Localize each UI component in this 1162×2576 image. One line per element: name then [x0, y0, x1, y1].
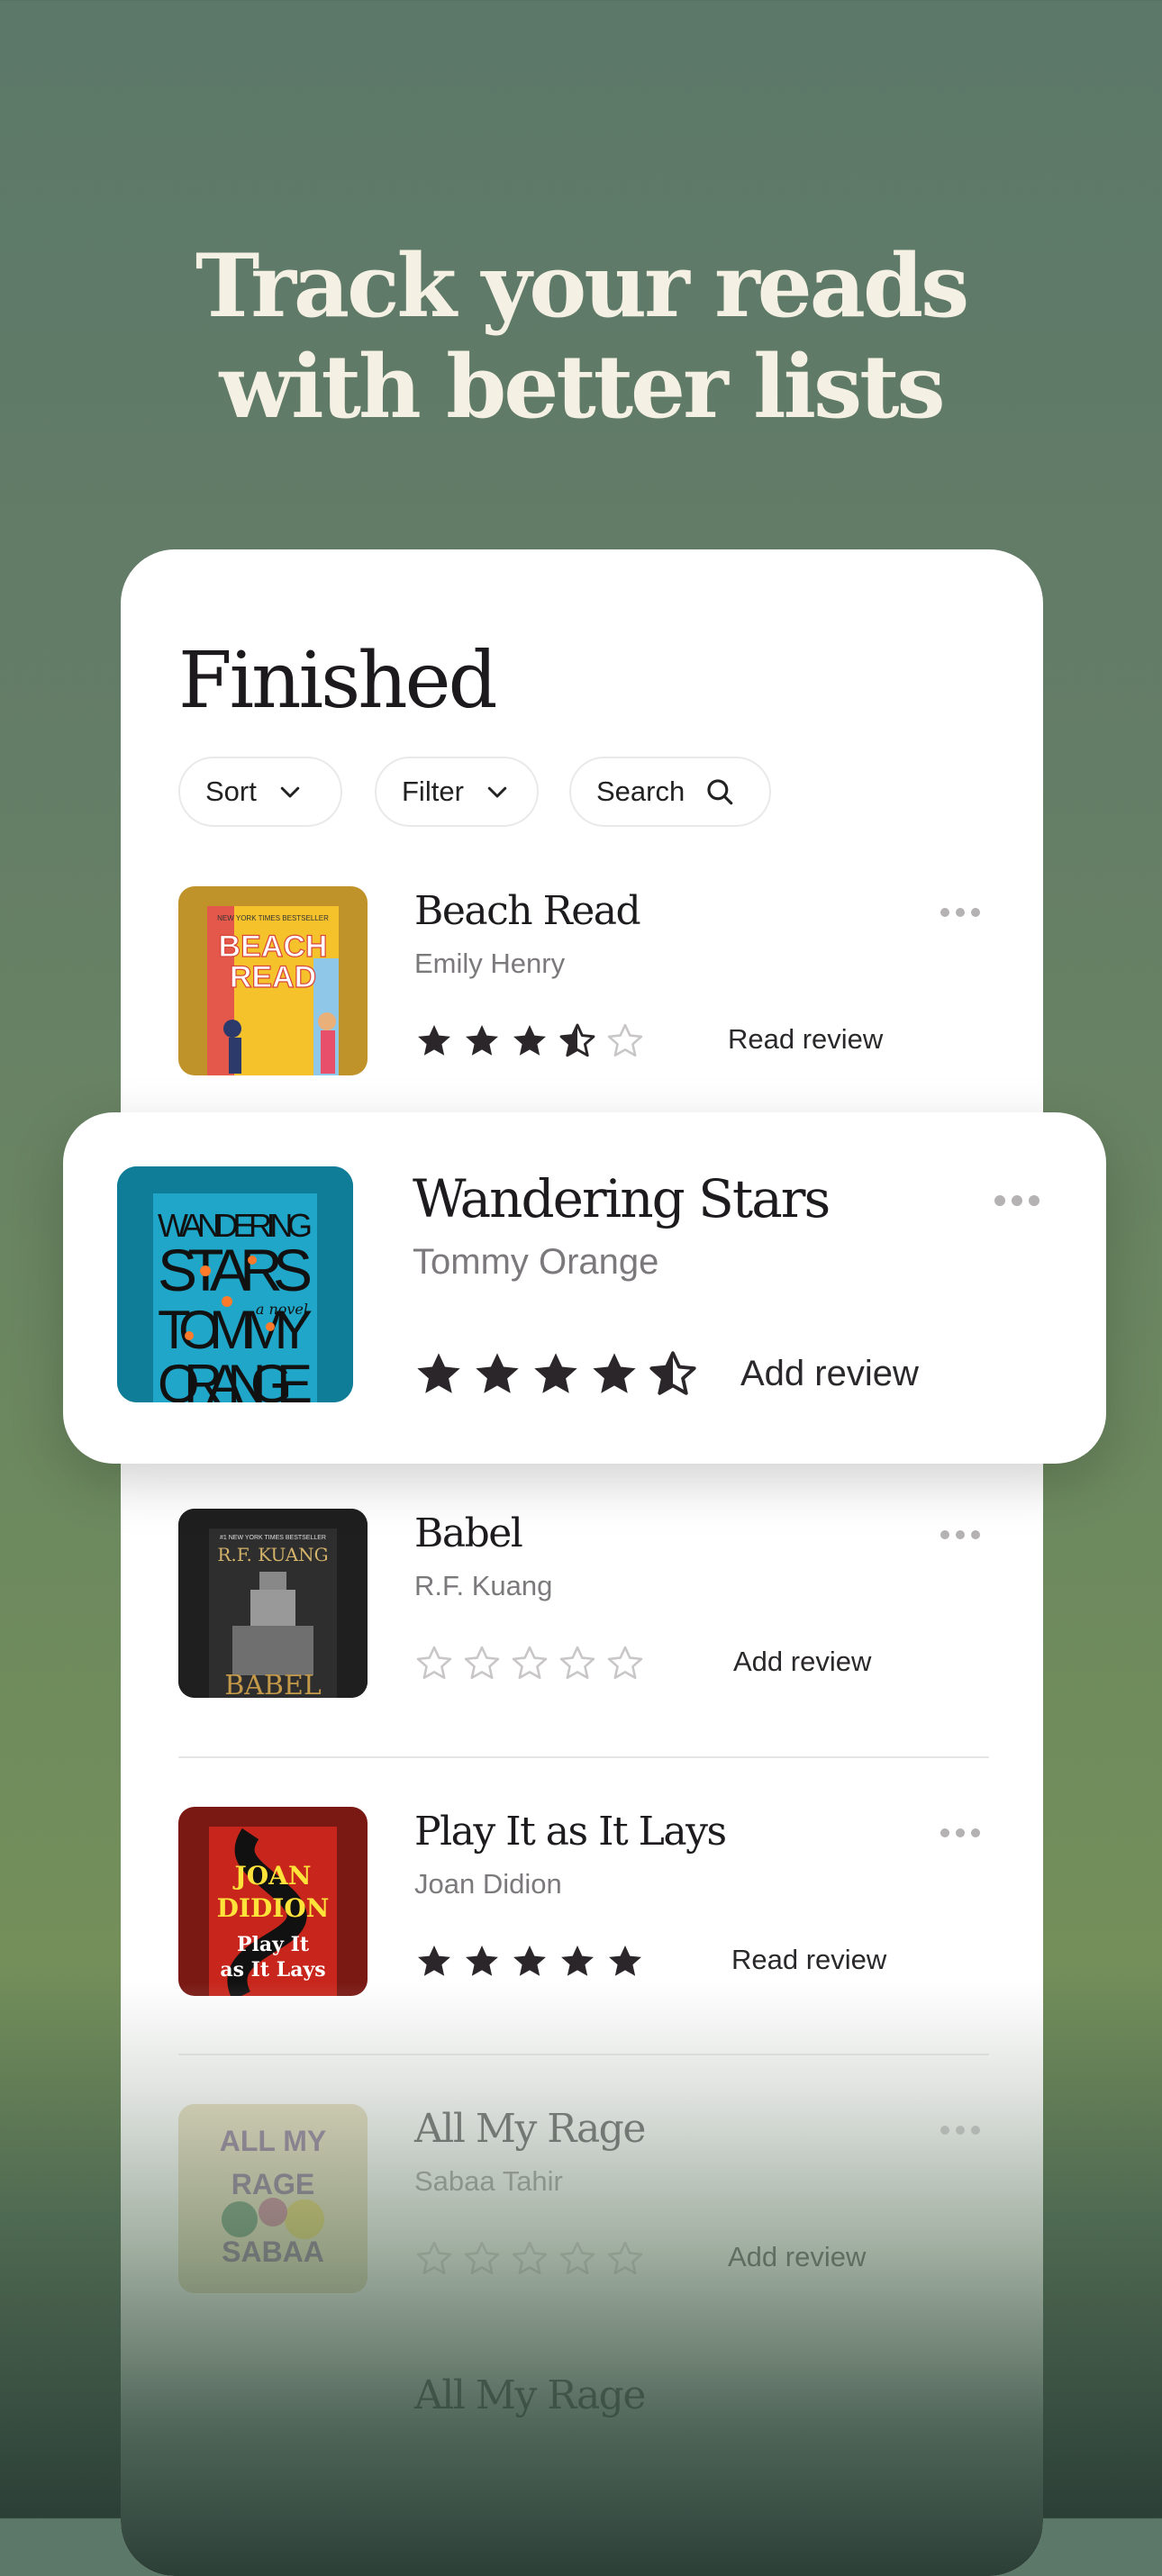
add-review-link[interactable]: Add review — [728, 2241, 866, 2273]
star-rating[interactable] — [414, 2239, 653, 2279]
book-author: Emily Henry — [414, 948, 566, 979]
star-empty-icon[interactable] — [414, 1644, 454, 1683]
star-filled-icon[interactable] — [530, 1348, 582, 1401]
list-item-beach-read[interactable]: NEW YORK TIMES BESTSELLER BEACH READ Bea… — [178, 886, 989, 1075]
search-button[interactable]: Search — [569, 757, 771, 827]
more-options-icon[interactable] — [939, 1827, 982, 1839]
book-author: Sabaa Tahir — [414, 2165, 563, 2197]
read-review-link[interactable]: Read review — [731, 1944, 886, 1976]
cover-text: Play It — [237, 1933, 310, 1956]
cover-text: STARS — [158, 1237, 313, 1303]
cover-text: ORANGE — [158, 1354, 313, 1402]
star-empty-icon[interactable] — [558, 1644, 597, 1683]
star-filled-icon[interactable] — [471, 1348, 523, 1401]
star-empty-icon[interactable] — [510, 2239, 549, 2279]
star-filled-icon[interactable] — [558, 1942, 597, 1982]
filter-button[interactable]: Filter — [375, 757, 539, 827]
book-title[interactable]: Babel — [414, 1510, 523, 1556]
book-title[interactable]: Play It as It Lays — [414, 1809, 727, 1855]
cover-text: as It Lays — [220, 1958, 325, 1982]
more-options-icon[interactable] — [939, 2124, 982, 2136]
more-options-icon[interactable] — [993, 1193, 1041, 1208]
star-filled-icon[interactable] — [462, 1021, 502, 1061]
divider — [178, 1756, 989, 1758]
star-filled-icon[interactable] — [414, 1942, 454, 1982]
star-rating[interactable] — [414, 1644, 653, 1683]
list-item-babel[interactable]: #1 NEW YORK TIMES BESTSELLER R.F. KUANG … — [178, 1509, 989, 1698]
book-author: Joan Didion — [414, 1868, 562, 1900]
cover-text: DIDION — [217, 1893, 330, 1923]
star-filled-icon[interactable] — [414, 1021, 454, 1061]
cover-text: JOAN — [232, 1861, 312, 1891]
star-empty-icon[interactable] — [510, 1644, 549, 1683]
sort-button[interactable]: Sort — [178, 757, 342, 827]
read-review-link[interactable]: Read review — [728, 1023, 883, 1056]
cover-text: RAGE — [231, 2168, 314, 2200]
star-empty-icon[interactable] — [462, 1644, 502, 1683]
star-empty-icon[interactable] — [414, 2239, 454, 2279]
add-review-link[interactable]: Add review — [733, 1646, 871, 1678]
star-filled-icon[interactable] — [605, 1942, 645, 1982]
more-options-icon[interactable] — [939, 1528, 982, 1541]
cover-text: SABAA — [222, 2236, 324, 2268]
headline-line-1: Track your reads — [195, 235, 969, 337]
star-half-icon[interactable] — [558, 1021, 597, 1061]
headline-line-2: with better lists — [219, 336, 945, 438]
list-item-play-it-as-it-lays[interactable]: JOAN DIDION Play It as It Lays Play It a… — [178, 1807, 989, 1996]
cover-text: TOMMY — [158, 1300, 313, 1360]
star-empty-icon[interactable] — [605, 1021, 645, 1061]
star-rating[interactable] — [413, 1348, 705, 1401]
cover-topline: #1 NEW YORK TIMES BESTSELLER — [220, 1535, 326, 1541]
star-filled-icon[interactable] — [462, 1942, 502, 1982]
book-title[interactable]: All My Rage — [414, 2372, 646, 2418]
star-filled-icon[interactable] — [510, 1021, 549, 1061]
cover-text: BEACH — [219, 930, 328, 964]
star-empty-icon[interactable] — [462, 2239, 502, 2279]
star-rating[interactable] — [414, 1021, 653, 1061]
star-empty-icon[interactable] — [605, 1644, 645, 1683]
add-review-link[interactable]: Add review — [740, 1354, 919, 1394]
star-rating[interactable] — [414, 1942, 653, 1982]
star-empty-icon[interactable] — [605, 2239, 645, 2279]
cover-author: R.F. KUANG — [217, 1544, 328, 1565]
list-item-all-my-rage[interactable]: ALL MY RAGE SABAA All My Rage Sabaa Tahi… — [178, 2104, 989, 2293]
star-filled-icon[interactable] — [588, 1348, 640, 1401]
book-cover-beach-read: NEW YORK TIMES BESTSELLER BEACH READ — [178, 886, 368, 1075]
star-empty-icon[interactable] — [558, 2239, 597, 2279]
book-title[interactable]: Wandering Stars — [413, 1168, 831, 1229]
list-title: Finished — [178, 636, 498, 726]
star-filled-icon[interactable] — [413, 1348, 465, 1401]
cover-title: BABEL — [224, 1670, 322, 1698]
list-item-partial[interactable]: All My Rage — [178, 2371, 989, 2560]
book-author: R.F. Kuang — [414, 1570, 553, 1601]
search-icon — [707, 779, 733, 805]
star-filled-icon[interactable] — [510, 1942, 549, 1982]
cover-topline: NEW YORK TIMES BESTSELLER — [217, 914, 329, 922]
book-author: Tommy Orange — [413, 1242, 659, 1282]
book-cover-wandering-stars: WANDERING STARS a novel TOMMY ORANGE — [117, 1166, 353, 1402]
chevron-down-icon — [487, 786, 507, 798]
book-cover-all-my-rage: ALL MY RAGE SABAA — [178, 2104, 368, 2293]
book-cover-play-it-as-it-lays: JOAN DIDION Play It as It Lays — [178, 1807, 368, 1996]
sort-label: Sort — [205, 776, 257, 807]
search-label: Search — [596, 776, 685, 807]
divider — [178, 2054, 989, 2055]
headline: Track your reads with better lists — [0, 236, 1162, 438]
chevron-down-icon — [280, 786, 300, 798]
finished-list-card: Finished Sort Filter Search NEW YORK TIM… — [121, 549, 1043, 2576]
book-title[interactable]: Beach Read — [414, 888, 641, 934]
featured-list-item-wandering-stars[interactable]: WANDERING STARS a novel TOMMY ORANGE Wan… — [63, 1112, 1106, 1464]
star-half-icon[interactable] — [647, 1348, 699, 1401]
book-cover-babel: #1 NEW YORK TIMES BESTSELLER R.F. KUANG … — [178, 1509, 368, 1698]
more-options-icon[interactable] — [939, 906, 982, 919]
filter-label: Filter — [402, 776, 464, 807]
book-title[interactable]: All My Rage — [414, 2106, 646, 2152]
cover-text: ALL MY — [220, 2125, 327, 2157]
cover-text: READ — [230, 960, 316, 994]
